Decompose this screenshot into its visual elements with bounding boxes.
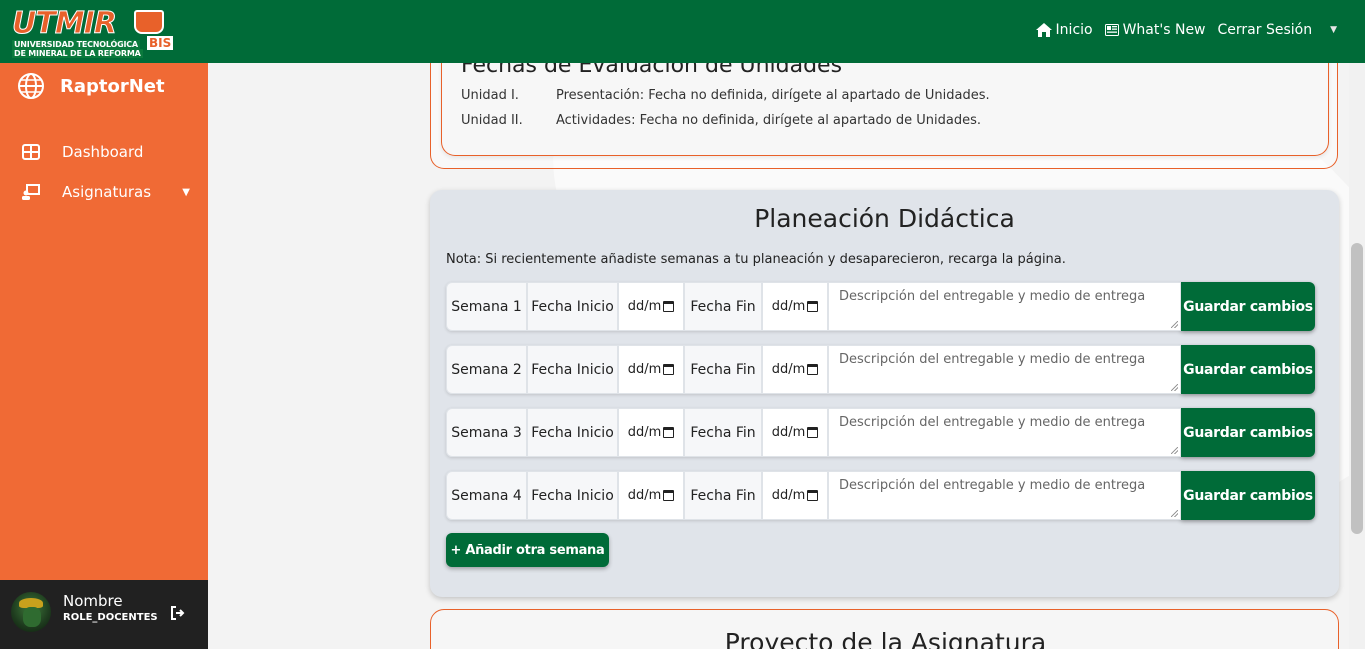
fecha-inicio-input[interactable]: dd/m: [618, 345, 684, 394]
sidebar-item-asignaturas-label: Asignaturas: [62, 183, 152, 201]
fecha-fin-label: Fecha Fin: [684, 345, 762, 394]
utmir-logo[interactable]: UTMIR UNIVERSIDAD TECNOLÓGICA DE MINERAL…: [10, 6, 174, 58]
date-placeholder: dd/m: [627, 362, 662, 377]
sidebar: RaptorNet Dashboard Asignaturas ▼: [0, 63, 208, 580]
avatar[interactable]: [11, 592, 51, 632]
guardar-cambios-button[interactable]: Guardar cambios: [1181, 408, 1315, 457]
date-placeholder: dd/m: [771, 299, 806, 314]
main-content: Fechas de Evaluación de Unidades Unidad …: [208, 63, 1349, 649]
user-panel: Nombre ROLE_DOCENTES: [0, 580, 208, 649]
fecha-inicio-label: Fecha Inicio: [527, 282, 618, 331]
calendar-icon[interactable]: [663, 427, 675, 438]
evaluacion-row: Unidad II. Actividades: Fecha no definid…: [461, 113, 981, 128]
nav-whats-new-link[interactable]: What's New: [1104, 22, 1206, 38]
week-row: Semana 2 Fecha Inicio dd/m Fecha Fin dd/…: [446, 345, 1315, 394]
fecha-inicio-input[interactable]: dd/m: [618, 471, 684, 520]
descripcion-textarea[interactable]: Descripción del entregable y medio de en…: [828, 282, 1181, 331]
top-navbar: UTMIR UNIVERSIDAD TECNOLÓGICA DE MINERAL…: [0, 0, 1365, 63]
fecha-fin-input[interactable]: dd/m: [762, 345, 828, 394]
top-nav-links: Inicio What's New Cerrar Sesión ▼: [1035, 22, 1337, 38]
week-label: Semana 3: [446, 408, 527, 457]
scrollbar-thumb[interactable]: [1351, 243, 1363, 534]
fecha-inicio-label: Fecha Inicio: [527, 345, 618, 394]
week-label: Semana 2: [446, 345, 527, 394]
date-placeholder: dd/m: [771, 488, 806, 503]
fecha-fin-input[interactable]: dd/m: [762, 408, 828, 457]
dashboard-icon: [22, 144, 40, 160]
nav-inicio-label: Inicio: [1055, 22, 1093, 38]
week-row: Semana 3 Fecha Inicio dd/m Fecha Fin dd/…: [446, 408, 1315, 457]
calendar-icon[interactable]: [663, 490, 675, 501]
evaluacion-unit: Unidad I.: [461, 88, 519, 103]
logo-line-1: UNIVERSIDAD TECNOLÓGICA: [12, 40, 140, 49]
chalkboard-teacher-icon: [22, 184, 40, 200]
calendar-icon[interactable]: [807, 364, 819, 375]
evaluacion-text: Actividades: Fecha no definida, dirígete…: [556, 113, 981, 128]
proyecto-title: Proyecto de la Asignatura: [724, 628, 1047, 649]
sidebar-brand[interactable]: RaptorNet: [18, 73, 165, 99]
week-row: Semana 1 Fecha Inicio dd/m Fecha Fin dd/…: [446, 282, 1315, 331]
fecha-inicio-input[interactable]: dd/m: [618, 408, 684, 457]
user-name: Nombre: [63, 592, 123, 610]
date-placeholder: dd/m: [627, 488, 662, 503]
fecha-fin-input[interactable]: dd/m: [762, 471, 828, 520]
date-placeholder: dd/m: [771, 425, 806, 440]
logo-line-2: DE MINERAL DE LA REFORMA: [12, 49, 143, 58]
fecha-fin-label: Fecha Fin: [684, 408, 762, 457]
calendar-icon[interactable]: [807, 301, 819, 312]
descripcion-textarea[interactable]: Descripción del entregable y medio de en…: [828, 408, 1181, 457]
fecha-inicio-label: Fecha Inicio: [527, 408, 618, 457]
fecha-inicio-label: Fecha Inicio: [527, 471, 618, 520]
globe-icon: [18, 73, 44, 99]
chevron-down-icon[interactable]: ▼: [182, 187, 190, 198]
date-placeholder: dd/m: [771, 362, 806, 377]
evaluacion-row: Unidad I. Presentación: Fecha no definid…: [461, 88, 990, 103]
week-label: Semana 4: [446, 471, 527, 520]
home-icon: [1035, 23, 1052, 37]
calendar-icon[interactable]: [807, 427, 819, 438]
user-role: ROLE_DOCENTES: [63, 612, 158, 623]
caret-down-icon[interactable]: ▼: [1330, 25, 1337, 35]
sidebar-brand-label: RaptorNet: [60, 75, 165, 97]
calendar-icon[interactable]: [663, 301, 675, 312]
nav-whats-new-label: What's New: [1122, 22, 1206, 38]
planeacion-title: Planeación Didáctica: [754, 204, 1015, 233]
week-label: Semana 1: [446, 282, 527, 331]
evaluaciones-title: Fechas de Evaluación de Unidades: [461, 63, 843, 78]
calendar-icon[interactable]: [807, 490, 819, 501]
nav-logout-label: Cerrar Sesión: [1217, 22, 1313, 38]
calendar-icon[interactable]: [663, 364, 675, 375]
descripcion-textarea[interactable]: Descripción del entregable y medio de en…: [828, 345, 1181, 394]
fecha-fin-input[interactable]: dd/m: [762, 282, 828, 331]
guardar-cambios-button[interactable]: Guardar cambios: [1181, 345, 1315, 394]
nav-logout-link[interactable]: Cerrar Sesión: [1218, 22, 1313, 38]
evaluacion-text: Presentación: Fecha no definida, diríget…: [556, 88, 990, 103]
date-placeholder: dd/m: [627, 299, 662, 314]
fecha-inicio-input[interactable]: dd/m: [618, 282, 684, 331]
logout-icon[interactable]: [170, 605, 186, 621]
mining-cart-icon: [134, 10, 164, 34]
guardar-cambios-button[interactable]: Guardar cambios: [1181, 471, 1315, 520]
logo-badge: BIS: [147, 36, 174, 50]
page-scrollbar[interactable]: [1349, 63, 1365, 649]
nav-inicio-link[interactable]: Inicio: [1035, 22, 1093, 38]
sidebar-item-dashboard-label: Dashboard: [62, 143, 144, 161]
evaluacion-unit: Unidad II.: [461, 113, 523, 128]
fecha-fin-label: Fecha Fin: [684, 471, 762, 520]
sidebar-item-dashboard[interactable]: Dashboard: [22, 143, 190, 161]
planeacion-card: Planeación Didáctica Nota: Si recienteme…: [430, 190, 1339, 597]
proyecto-card: Proyecto de la Asignatura: [430, 609, 1339, 649]
fecha-fin-label: Fecha Fin: [684, 282, 762, 331]
logo-brand-text: UTMIR: [12, 6, 118, 42]
date-placeholder: dd/m: [627, 425, 662, 440]
add-week-button[interactable]: + Añadir otra semana: [446, 533, 609, 567]
newspaper-icon: [1104, 24, 1119, 36]
planeacion-note: Nota: Si recientemente añadiste semanas …: [446, 252, 1066, 267]
week-row: Semana 4 Fecha Inicio dd/m Fecha Fin dd/…: [446, 471, 1315, 520]
descripcion-textarea[interactable]: Descripción del entregable y medio de en…: [828, 471, 1181, 520]
guardar-cambios-button[interactable]: Guardar cambios: [1181, 282, 1315, 331]
sidebar-item-asignaturas[interactable]: Asignaturas ▼: [22, 183, 190, 201]
